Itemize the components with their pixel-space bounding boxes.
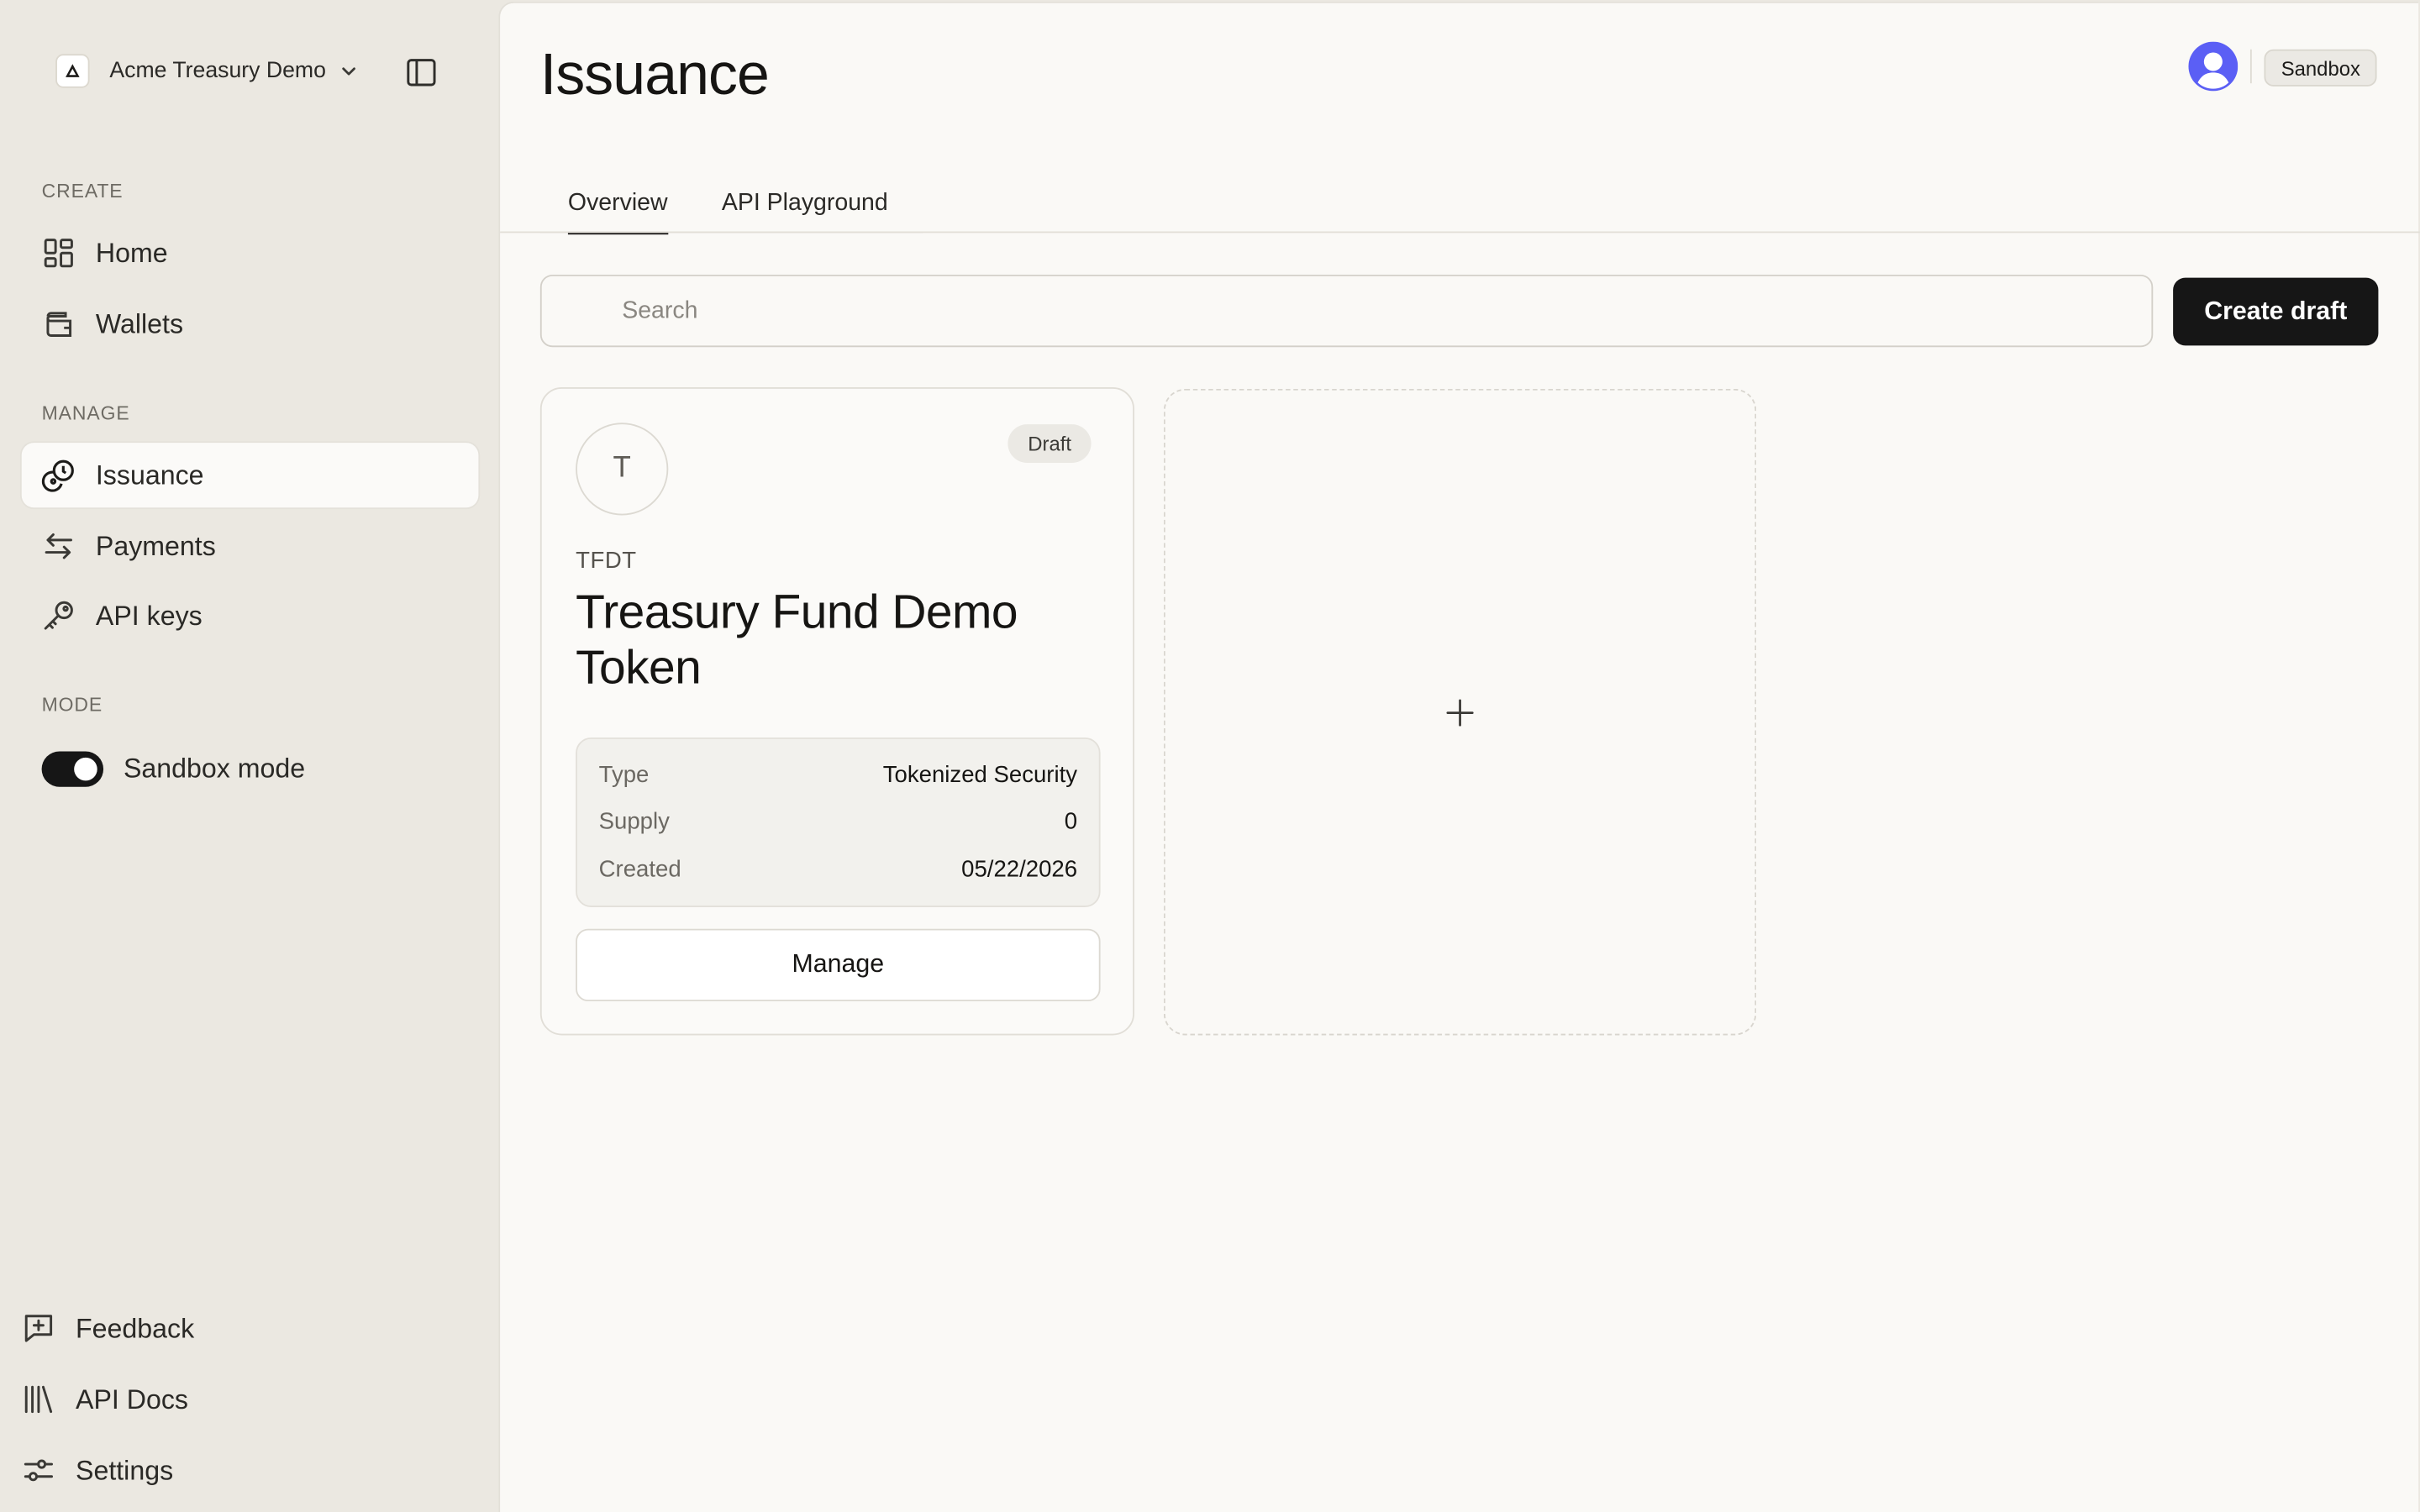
plus-icon: [1446, 698, 1474, 726]
grid-icon: [42, 236, 76, 270]
detail-value: 05/22/2026: [961, 855, 1078, 883]
sidebar-item-label: Settings: [76, 1454, 174, 1485]
token-avatar: T: [576, 423, 669, 516]
sidebar-item-home[interactable]: Home: [22, 221, 479, 286]
header-divider: [2249, 49, 2252, 84]
sidebar-item-wallets[interactable]: Wallets: [22, 291, 479, 356]
detail-key: Type: [598, 761, 650, 789]
library-icon: [22, 1383, 55, 1416]
token-details: Type Tokenized Security Supply 0 Created…: [576, 737, 1101, 907]
token-name: Treasury Fund Demo Token: [576, 585, 1018, 695]
main-content: Issuance Sandbox Overview API Playground…: [498, 1, 2420, 1512]
sidebar-item-label: API keys: [95, 599, 203, 631]
tab-overview[interactable]: Overview: [567, 177, 668, 235]
sidebar-item-label: Payments: [95, 529, 216, 561]
detail-row-type: Type Tokenized Security: [599, 751, 1077, 798]
token-card: T Draft TFDT Treasury Fund Demo Token Ty…: [539, 387, 1134, 1036]
sidebar-item-issuance[interactable]: Issuance: [21, 443, 479, 508]
sidebar-item-api-keys[interactable]: API keys: [22, 583, 479, 648]
sandbox-mode-toggle[interactable]: [41, 750, 104, 786]
detail-key: Supply: [598, 808, 670, 836]
sliders-icon: [22, 1453, 55, 1487]
detail-row-created: Created 05/22/2026: [599, 846, 1077, 893]
key-icon: [42, 599, 76, 633]
tab-api-playground[interactable]: API Playground: [722, 177, 888, 233]
user-avatar-icon[interactable]: [2188, 41, 2238, 92]
sidebar-item-api-docs[interactable]: API Docs: [22, 1376, 188, 1422]
tabs-divider: [500, 231, 2420, 234]
sidebar-item-label: Wallets: [95, 307, 184, 339]
detail-value: Tokenized Security: [882, 761, 1078, 789]
manage-button[interactable]: Manage: [576, 928, 1101, 1002]
section-label-mode: MODE: [41, 694, 103, 717]
section-label-create: CREATE: [41, 180, 124, 202]
coins-icon: [41, 459, 76, 492]
sandbox-mode-toggle-row: Sandbox mode: [41, 747, 306, 790]
sidebar: Acme Treasury Demo CREATE Home Wallets M…: [0, 0, 499, 1512]
environment-badge: Sandbox: [2264, 49, 2378, 87]
search-input[interactable]: [539, 274, 2154, 348]
sidebar-item-feedback[interactable]: Feedback: [22, 1305, 194, 1352]
sidebar-item-label: API Docs: [76, 1383, 188, 1415]
token-symbol: TFDT: [576, 548, 637, 575]
chevron-down-icon: [342, 67, 356, 76]
wallet-icon: [42, 307, 76, 341]
sandbox-mode-label: Sandbox mode: [123, 752, 306, 784]
sidebar-item-label: Issuance: [95, 459, 204, 491]
detail-key: Created: [598, 855, 681, 883]
create-draft-button[interactable]: Create draft: [2173, 277, 2379, 346]
detail-value: 0: [1064, 808, 1078, 836]
page-title: Issuance: [539, 43, 770, 108]
sidebar-item-settings[interactable]: Settings: [22, 1447, 173, 1494]
sidebar-item-payments[interactable]: Payments: [22, 514, 479, 579]
toggle-knob: [74, 756, 97, 780]
triangle-logo-icon: [55, 54, 90, 88]
tab-bar: Overview API Playground: [539, 177, 923, 235]
org-switcher[interactable]: Acme Treasury Demo: [55, 52, 360, 89]
status-badge: Draft: [1007, 424, 1092, 464]
section-label-manage: MANAGE: [41, 402, 130, 425]
sidebar-item-label: Feedback: [76, 1312, 195, 1343]
sidebar-item-label: Home: [95, 236, 168, 268]
add-token-card[interactable]: [1163, 388, 1757, 1036]
transfer-arrows-icon: [42, 529, 76, 563]
detail-row-supply: Supply 0: [599, 799, 1077, 846]
sidebar-toggle-icon[interactable]: [404, 55, 438, 89]
org-name: Acme Treasury Demo: [109, 58, 326, 84]
message-plus-icon: [22, 1311, 55, 1345]
